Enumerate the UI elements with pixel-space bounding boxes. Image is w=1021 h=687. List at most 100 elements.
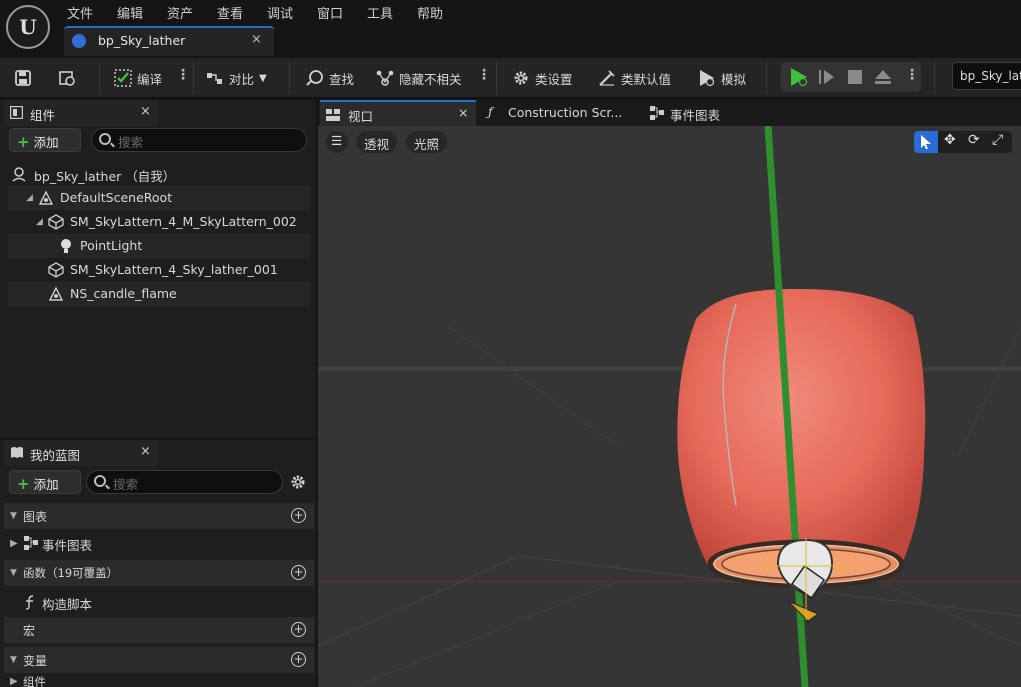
menu-asset[interactable]: 资产 [167,3,193,22]
add-label: 添加 [33,477,59,492]
expand-arrow-icon[interactable]: ◢ [26,193,33,203]
play-controls: ⋮ [781,62,921,92]
plus-icon: + [17,475,30,493]
tree-item-candle-flame[interactable]: NS_candle_flame [8,282,310,306]
viewport-menu-button[interactable]: ☰ [326,131,348,153]
search-icon [99,133,111,145]
menu-view[interactable]: 查看 [217,3,243,22]
save-button[interactable] [14,66,32,90]
select-tool-button[interactable] [914,131,938,153]
menu-tools[interactable]: 工具 [367,3,393,22]
browse-button[interactable] [58,66,76,90]
play-options-icon[interactable]: ⋮ [905,67,919,83]
menu-window[interactable]: 窗口 [317,3,343,22]
my-blueprint-tab[interactable]: 我的蓝图 × [4,440,158,466]
expand-arrow-icon[interactable]: ▶ [10,538,18,549]
tree-item-sky-lather-001[interactable]: SM_SkyLattern_4_Sky_lather_001 [8,258,310,282]
viewport[interactable]: ☰ 透视 光照 ✥ ⟳ ⤢ [318,126,1021,687]
diff-button[interactable]: 对比 ▼ [206,66,267,90]
debug-object-selector[interactable]: bp_Sky_lat [952,62,1021,90]
viewport-scene [318,126,1021,687]
my-blueprint-title: 我的蓝图 [30,448,81,463]
unreal-logo-icon[interactable]: U [6,5,50,49]
hide-unrelated-icon [376,70,394,86]
lighting-button[interactable]: 光照 [406,131,448,153]
scene-root-icon [38,191,54,205]
hide-unrelated-button[interactable]: 隐藏不相关 [376,66,462,90]
step-icon[interactable] [818,69,836,85]
separator [289,62,290,94]
play-icon[interactable] [788,67,810,87]
gear-icon[interactable] [289,473,307,491]
tree-item-self[interactable]: bp_Sky_lather （自我） [8,162,310,186]
simulate-label: 模拟 [721,71,747,87]
compile-button[interactable]: 编译 [114,66,162,90]
blueprint-search-input[interactable]: 搜索 [86,470,283,494]
components-tab[interactable]: 组件 × [4,100,158,126]
rotate-tool-icon[interactable]: ⟳ [968,132,980,148]
tab-label: 事件图表 [670,108,721,123]
tab-viewport[interactable]: 视口 × [320,100,476,126]
section-graphs[interactable]: ▼ 图表 + [4,503,314,529]
expand-arrow-icon[interactable]: ▶ [10,676,18,687]
menu-debug[interactable]: 调试 [267,3,293,22]
close-icon[interactable]: × [140,444,151,459]
compile-label: 编译 [137,71,163,87]
plus-icon: + [17,133,30,151]
find-button[interactable]: 查找 [306,66,354,90]
tree-item-label: NS_candle_flame [70,286,177,301]
list-item-event-graph[interactable]: ▶ 事件图表 [4,531,314,555]
editor-tabs: 视口 × ƒ Construction Scr... 事件图表 [318,100,1021,126]
eject-icon[interactable] [874,69,892,85]
scale-tool-icon[interactable]: ⤢ [992,132,1003,148]
hide-unrelated-label: 隐藏不相关 [399,71,462,87]
collapse-arrow-icon[interactable]: ▼ [10,568,17,578]
add-circle-icon[interactable]: + [291,652,306,667]
menu-help[interactable]: 帮助 [417,3,443,22]
hide-unrelated-options-icon[interactable]: ⋮ [477,67,491,83]
event-graph-icon [24,536,38,550]
list-item-construction-script[interactable]: 构造脚本 [4,590,314,614]
close-icon[interactable]: × [251,32,262,47]
browse-icon [59,71,75,86]
tab-construction-script[interactable]: ƒ Construction Scr... [486,100,636,126]
menu-edit[interactable]: 编辑 [117,3,143,22]
perspective-button[interactable]: 透视 [356,131,398,153]
gear-icon [514,71,528,85]
close-icon[interactable]: × [458,105,468,120]
components-search-input[interactable]: 搜索 [91,128,307,152]
collapse-arrow-icon[interactable]: ▼ [10,511,17,521]
list-item-components[interactable]: ▶ 组件 [4,674,314,687]
tree-item-label: bp_Sky_lather （自我） [34,169,176,184]
separator [99,62,100,94]
components-panel: 组件 × + 添加 搜索 bp_Sky_lather （自我） ◢ Default… [0,100,316,438]
class-settings-button[interactable]: 类设置 [512,66,573,90]
stop-icon[interactable] [848,70,862,84]
add-circle-icon[interactable]: + [291,508,306,523]
add-label: 添加 [33,135,59,150]
function-icon [25,595,34,610]
section-macros[interactable]: 宏 + [4,617,314,643]
tree-item-default-scene-root[interactable]: ◢ DefaultSceneRoot [8,186,310,210]
expand-arrow-icon[interactable]: ◢ [36,217,43,227]
add-circle-icon[interactable]: + [291,565,306,580]
document-tab[interactable]: bp_Sky_lather × [64,26,274,56]
move-tool-icon[interactable]: ✥ [944,132,956,148]
class-defaults-button[interactable]: 类默认值 [598,66,671,90]
section-label: 宏 [23,624,36,638]
tab-event-graph[interactable]: 事件图表 [648,100,768,126]
section-functions[interactable]: ▼ 函数（19可覆盖） + [4,560,314,586]
tree-item-point-light[interactable]: PointLight [8,234,310,258]
add-member-button[interactable]: + 添加 [9,470,81,494]
add-circle-icon[interactable]: + [291,622,306,637]
menu-file[interactable]: 文件 [67,3,93,22]
compile-options-icon[interactable]: ⋮ [176,67,190,83]
close-icon[interactable]: × [140,104,151,119]
add-component-button[interactable]: + 添加 [9,128,81,152]
tree-item-label: SM_SkyLattern_4_Sky_lather_001 [70,262,278,277]
separator [496,62,497,94]
tree-item-skylattern-002[interactable]: ◢ SM_SkyLattern_4_M_SkyLattern_002 [8,210,310,234]
collapse-arrow-icon[interactable]: ▼ [10,655,17,665]
simulate-button[interactable]: 模拟 [698,66,746,90]
section-variables[interactable]: ▼ 变量 + [4,647,314,673]
